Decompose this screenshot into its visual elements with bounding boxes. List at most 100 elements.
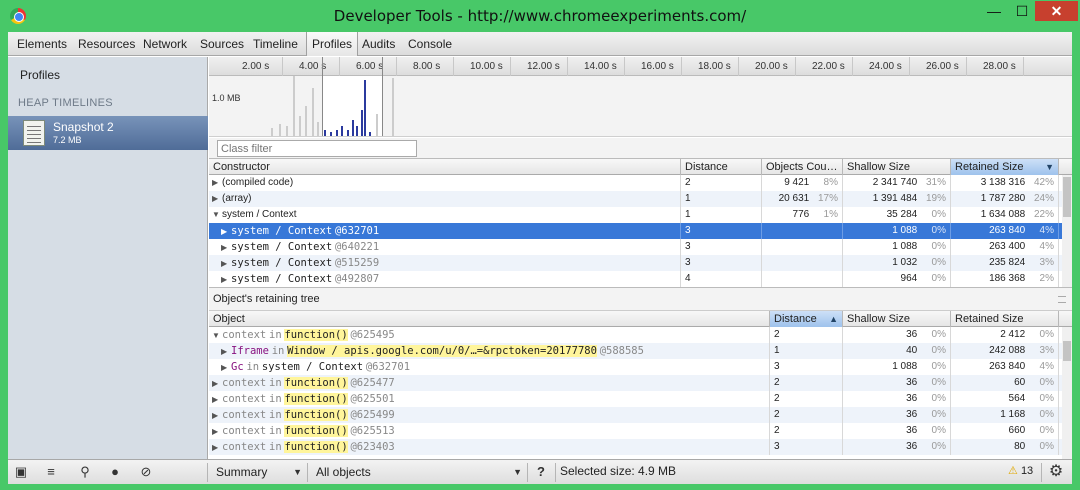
expand-right-icon[interactable]: ▶	[212, 392, 222, 407]
retainer-row[interactable]: ▶ context in function() @623403 3 36 0% 80 0…	[209, 439, 1062, 455]
window-titlebar: Developer Tools - http://www.chromeexper…	[0, 0, 1080, 32]
distance-cell: 2	[770, 391, 843, 407]
allocation-bar	[312, 88, 314, 136]
node-name: system / Context	[231, 273, 333, 285]
constructor-grid: Constructor Distance Objects Cou… Shallo…	[209, 159, 1072, 287]
column-constructor[interactable]: Constructor	[209, 159, 681, 175]
shallow-pct: 0%	[931, 241, 946, 252]
expand-right-icon[interactable]: ▶	[212, 175, 222, 191]
retainer-row[interactable]: ▼ context in function() @625495 2 36 0% 2 41…	[209, 327, 1062, 343]
column-objects-count[interactable]: Objects Cou…	[762, 159, 843, 175]
constructor-row[interactable]: ▶ (array) 1 20 631 17% 1 391 484 19% 1 787 28…	[209, 191, 1062, 207]
retainer-row[interactable]: ▶ context in function() @625513 2 36 0% 660 …	[209, 423, 1062, 439]
minimize-button[interactable]: —	[982, 1, 1006, 21]
objects-filter-select[interactable]: All objects ▼	[308, 462, 526, 482]
tab-sources[interactable]: Sources	[195, 32, 249, 56]
settings-gear-icon[interactable]: ⚙	[1045, 463, 1067, 481]
constructor-row[interactable]: ▶ system / Context @515259 3 1 032 0% 235 8…	[209, 255, 1062, 271]
retainer-function: function()	[284, 441, 348, 453]
dock-toggle-icon[interactable]: ▣	[10, 463, 32, 481]
expand-right-icon[interactable]: ▶	[221, 240, 231, 255]
sort-descending-icon: ▼	[1045, 162, 1054, 172]
tab-profiles[interactable]: Profiles	[306, 32, 359, 56]
shallow-pct: 0%	[931, 329, 946, 340]
constructor-row[interactable]: ▶ system / Context @492807 4 964 0% 186 368…	[209, 271, 1062, 287]
shallow-size: 35 284	[886, 209, 918, 220]
tab-elements[interactable]: Elements	[12, 32, 72, 56]
shallow-pct: 0%	[931, 257, 946, 268]
retainer-row[interactable]: ▶ context in function() @625477 2 36 0% 60 0…	[209, 375, 1062, 391]
help-button[interactable]: ?	[530, 463, 552, 481]
constructor-row[interactable]: ▼ system / Context 1 776 1% 35 284 0% 1 634 0…	[209, 207, 1062, 223]
resize-grip-icon[interactable]	[1058, 296, 1066, 303]
shallow-size: 36	[906, 393, 918, 404]
retained-size: 60	[1014, 377, 1026, 388]
expand-right-icon[interactable]: ▶	[221, 272, 231, 287]
retainer-id: @588585	[599, 345, 644, 357]
record-icon[interactable]: ●	[104, 463, 126, 481]
expand-right-icon[interactable]: ▶	[221, 256, 231, 271]
shallow-pct: 0%	[931, 441, 946, 452]
retainer-in: in	[269, 441, 282, 453]
constructor-scroll-thumb[interactable]	[1063, 177, 1071, 217]
retained-pct: 0%	[1039, 425, 1054, 436]
expand-right-icon[interactable]: ▶	[221, 344, 231, 359]
shallow-pct: 0%	[931, 225, 946, 236]
view-select[interactable]: Summary ▼	[208, 462, 306, 482]
retained-size: 235 824	[989, 257, 1026, 268]
expand-down-icon[interactable]: ▼	[212, 328, 222, 343]
expand-right-icon[interactable]: ▶	[212, 440, 222, 455]
clear-icon[interactable]: ⊘	[135, 463, 157, 481]
shallow-size: 1 391 484	[872, 193, 918, 204]
retainer-row[interactable]: ▶ Iframe in Window / apis.google.com/u/0/…	[209, 343, 1062, 359]
timeline-tick-label: 22.00 s	[812, 61, 845, 72]
allocation-bar	[336, 130, 338, 136]
maximize-button[interactable]: ☐	[1010, 1, 1034, 21]
expand-right-icon[interactable]: ▶	[212, 408, 222, 423]
column-distance[interactable]: Distance	[681, 159, 762, 175]
constructor-row[interactable]: ▶ (compiled code) 2 9 421 8% 2 341 740 31% 3 …	[209, 175, 1062, 191]
retainer-row[interactable]: ▶ context in function() @625499 2 36 0% 1 16…	[209, 407, 1062, 423]
class-filter-input[interactable]	[217, 140, 417, 157]
objects-pct: 17%	[817, 193, 838, 204]
shallow-pct: 0%	[931, 393, 946, 404]
search-icon[interactable]: ⚲	[74, 463, 96, 481]
constructor-row[interactable]: ▶ system / Context @632701 3 1 088 0% 263 8…	[209, 223, 1062, 239]
tab-network[interactable]: Network	[138, 32, 192, 56]
snapshot-item[interactable]: Snapshot 2 7.2 MB	[8, 116, 208, 150]
constructor-row[interactable]: ▶ system / Context @640221 3 1 088 0% 263 4…	[209, 239, 1062, 255]
tab-console[interactable]: Console	[403, 32, 457, 56]
column-retain-shallow[interactable]: Shallow Size	[843, 311, 951, 327]
column-retain-distance[interactable]: Distance ▲	[770, 311, 843, 327]
close-button[interactable]: ✕	[1035, 1, 1078, 21]
expand-right-icon[interactable]: ▶	[212, 376, 222, 391]
retainer-row[interactable]: ▶ context in function() @625501 2 36 0% 564 …	[209, 391, 1062, 407]
shallow-size: 36	[906, 441, 918, 452]
retaining-scrollbar[interactable]	[1062, 327, 1072, 459]
tab-audits[interactable]: Audits	[357, 32, 400, 56]
retained-size: 3 138 316	[980, 177, 1026, 188]
column-retained-size[interactable]: Retained Size ▼	[951, 159, 1059, 175]
warnings-counter[interactable]: ⚠ 13	[1008, 464, 1033, 477]
heap-timelines-header: HEAP TIMELINES	[18, 97, 113, 109]
profiles-label: Profiles	[20, 68, 61, 82]
shallow-size: 964	[900, 273, 918, 284]
column-retain-retained[interactable]: Retained Size	[951, 311, 1059, 327]
heap-timeline-overview[interactable]: 2.00 s 4.00 s 6.00 s 8.00 s 10.00 s 12.00 s 14…	[209, 57, 1072, 137]
expand-right-icon[interactable]: ▶	[212, 424, 222, 439]
console-drawer-icon[interactable]: ≡	[40, 463, 62, 481]
constructor-scrollbar[interactable]	[1062, 175, 1072, 287]
tab-resources[interactable]: Resources	[73, 32, 140, 56]
retaining-grid-header: Object Distance ▲ Shallow Size Retained …	[209, 311, 1072, 327]
column-object[interactable]: Object	[209, 311, 770, 327]
expand-down-icon[interactable]: ▼	[212, 207, 222, 223]
retained-size: 564	[1008, 393, 1026, 404]
retained-pct: 0%	[1039, 441, 1054, 452]
column-shallow-size[interactable]: Shallow Size	[843, 159, 951, 175]
expand-right-icon[interactable]: ▶	[221, 360, 231, 375]
expand-right-icon[interactable]: ▶	[221, 224, 231, 239]
retaining-scroll-thumb[interactable]	[1063, 341, 1071, 361]
tab-timeline[interactable]: Timeline	[248, 32, 303, 56]
expand-right-icon[interactable]: ▶	[212, 191, 222, 207]
retainer-row[interactable]: ▶ Gc in system / Context @632701 3 1 088 0%…	[209, 359, 1062, 375]
